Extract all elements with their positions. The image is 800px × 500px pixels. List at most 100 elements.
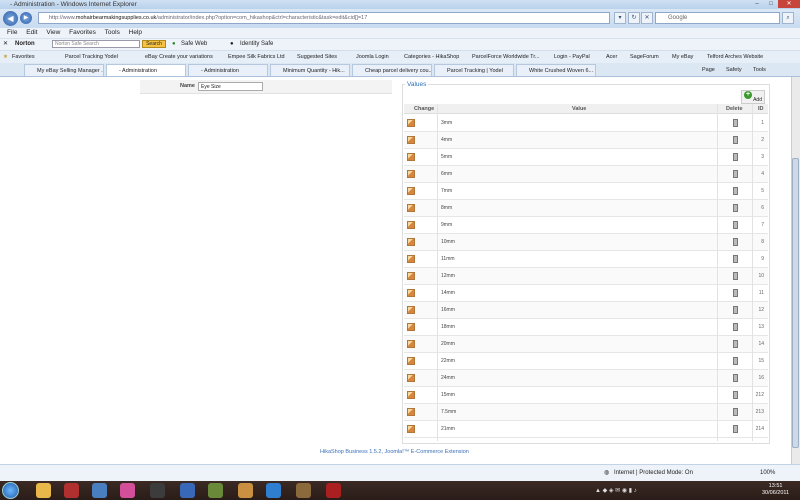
value-cell: 6mm <box>441 171 453 177</box>
delete-icon[interactable] <box>733 187 738 195</box>
ie-taskbar-icon[interactable] <box>266 483 281 498</box>
close-icon[interactable]: ✕ <box>778 0 800 8</box>
norton-search-button[interactable]: Search <box>142 40 166 48</box>
edit-icon[interactable] <box>407 408 415 416</box>
explorer-taskbar-icon[interactable] <box>36 483 51 498</box>
edit-icon[interactable] <box>407 187 415 195</box>
menu-file[interactable]: File <box>7 29 17 36</box>
delete-icon[interactable] <box>733 204 738 212</box>
delete-icon[interactable] <box>733 306 738 314</box>
tab-administration[interactable]: - Administration <box>188 64 268 76</box>
edit-icon[interactable] <box>407 306 415 314</box>
edit-icon[interactable] <box>407 289 415 297</box>
taskbar-clock[interactable]: 13:51 30/06/2011 <box>762 483 789 497</box>
id-cell: 7 <box>761 222 764 228</box>
delete-icon[interactable] <box>733 374 738 382</box>
edit-icon[interactable] <box>407 323 415 331</box>
edit-icon[interactable] <box>407 374 415 382</box>
app-taskbar-icon[interactable] <box>64 483 79 498</box>
delete-icon[interactable] <box>733 425 738 433</box>
delete-icon[interactable] <box>733 323 738 331</box>
zoom-level[interactable]: 100% <box>760 465 775 482</box>
tools-menu[interactable]: Tools <box>753 63 766 77</box>
security-zone[interactable]: Internet | Protected Mode: On <box>614 465 693 482</box>
tab-cheap-parcel[interactable]: Cheap parcel delivery cou... <box>352 64 432 76</box>
norton-search-input[interactable]: Norton Safe Search <box>52 40 140 48</box>
delete-icon[interactable] <box>733 272 738 280</box>
norton-brand[interactable]: Norton <box>15 39 35 50</box>
edit-icon[interactable] <box>407 272 415 280</box>
delete-icon[interactable] <box>733 119 738 127</box>
delete-icon[interactable] <box>733 238 738 246</box>
edit-icon[interactable] <box>407 357 415 365</box>
delete-icon[interactable] <box>733 170 738 178</box>
app-taskbar-icon[interactable] <box>326 483 341 498</box>
edit-icon[interactable] <box>407 391 415 399</box>
delete-icon[interactable] <box>733 357 738 365</box>
app-taskbar-icon[interactable] <box>120 483 135 498</box>
app-taskbar-icon[interactable] <box>238 483 253 498</box>
identity-safe-button[interactable]: Identity Safe <box>240 39 273 50</box>
edit-icon[interactable] <box>407 238 415 246</box>
menu-favorites[interactable]: Favorites <box>69 29 96 36</box>
scrollbar-thumb[interactable] <box>792 158 799 448</box>
safe-web-button[interactable]: Safe Web <box>181 39 207 50</box>
edit-icon[interactable] <box>407 340 415 348</box>
edit-icon[interactable] <box>407 153 415 161</box>
maximize-icon[interactable]: □ <box>764 0 778 8</box>
search-input[interactable]: Google <box>655 12 780 24</box>
tab-white-crushed[interactable]: White Crushed Woven 6... <box>516 64 596 76</box>
edit-icon[interactable] <box>407 119 415 127</box>
delete-icon[interactable] <box>733 391 738 399</box>
clock-time: 13:51 <box>768 483 783 489</box>
refresh-icon[interactable]: ↻ <box>628 12 640 24</box>
delete-icon[interactable] <box>733 289 738 297</box>
delete-icon[interactable] <box>733 153 738 161</box>
edit-icon[interactable] <box>407 425 415 433</box>
system-tray[interactable]: ▲ ◆ ◈ ✉ ◉ ▮ ♪ <box>595 487 637 494</box>
tab-parcel-tracking[interactable]: Parcel Tracking | Yodel <box>434 64 514 76</box>
delete-icon[interactable] <box>733 136 738 144</box>
app-taskbar-icon[interactable] <box>180 483 195 498</box>
safety-menu[interactable]: Safety <box>726 63 742 77</box>
tab-minimum-quantity[interactable]: Minimum Quantity - Hik... <box>270 64 350 76</box>
forward-icon[interactable]: ▶ <box>20 12 32 24</box>
app-taskbar-icon[interactable] <box>150 483 165 498</box>
status-bar: ◍ Internet | Protected Mode: On 100% <box>0 464 800 481</box>
app-taskbar-icon[interactable] <box>92 483 107 498</box>
close-toolbar-icon[interactable]: ✕ <box>3 39 8 50</box>
footer-text[interactable]: HikaShop Business 1.5.2, Joomla!™ E-Comm… <box>320 449 469 455</box>
start-button[interactable] <box>2 482 19 499</box>
delete-icon[interactable] <box>733 221 738 229</box>
edit-icon[interactable] <box>407 221 415 229</box>
name-input[interactable]: Eye Size <box>198 82 263 91</box>
tab-administration-active[interactable]: - Administration <box>106 64 186 76</box>
edit-icon[interactable] <box>407 204 415 212</box>
delete-icon[interactable] <box>733 255 738 263</box>
page-menu[interactable]: Page <box>702 63 715 77</box>
menu-edit[interactable]: Edit <box>26 29 37 36</box>
edit-icon[interactable] <box>407 136 415 144</box>
stop-icon[interactable]: ✕ <box>641 12 653 24</box>
back-icon[interactable]: ◀ <box>3 11 18 26</box>
edit-icon[interactable] <box>407 255 415 263</box>
delete-icon[interactable] <box>733 408 738 416</box>
app-taskbar-icon[interactable] <box>208 483 223 498</box>
minimize-icon[interactable]: – <box>750 0 764 8</box>
address-input[interactable]: http://www.mohairbearmakingsupplies.co.u… <box>38 12 610 24</box>
tab-my-ebay[interactable]: My eBay Selling Manager ... <box>24 64 104 76</box>
value-cell: 10mm <box>441 239 455 245</box>
menu-tools[interactable]: Tools <box>105 29 120 36</box>
compat-view-icon[interactable]: ▾ <box>614 12 626 24</box>
table-row: 16mm 12 <box>404 302 768 319</box>
menu-help[interactable]: Help <box>129 29 142 36</box>
id-cell: 1 <box>761 120 764 126</box>
col-change: Change <box>414 106 435 112</box>
menu-view[interactable]: View <box>46 29 60 36</box>
value-cell: 18mm <box>441 324 455 330</box>
app-taskbar-icon[interactable] <box>296 483 311 498</box>
value-cell: 4mm <box>441 137 453 143</box>
search-icon[interactable]: ⌕ <box>782 12 794 24</box>
delete-icon[interactable] <box>733 340 738 348</box>
edit-icon[interactable] <box>407 170 415 178</box>
